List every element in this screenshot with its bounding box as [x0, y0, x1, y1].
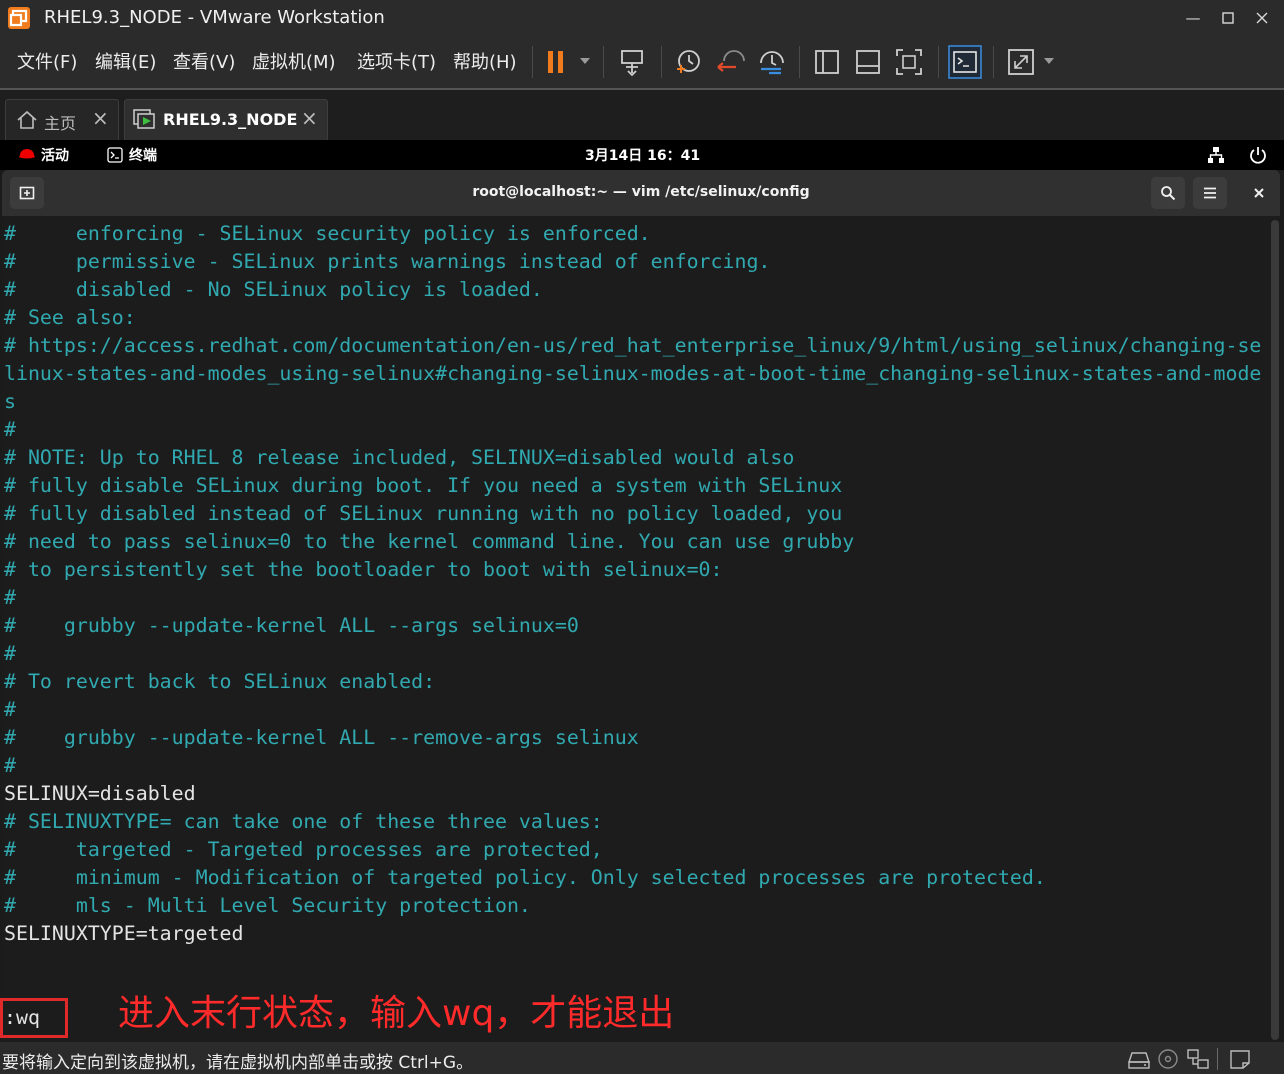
config-comment-line: # enforcing - SELinux security policy is…	[4, 222, 651, 245]
terminal-app-icon	[107, 147, 123, 163]
window-title: RHEL9.3_NODE - VMware Workstation	[44, 7, 385, 28]
config-comment-line: linux-states-and-modes_using-selinux#cha…	[4, 362, 1262, 385]
vmware-logo-icon	[8, 7, 30, 29]
terminal-header-bar: root@localhost:~ — vim /etc/selinux/conf…	[2, 170, 1280, 216]
config-setting-line: SELINUX=disabled	[4, 782, 196, 805]
toolbar-separator	[938, 46, 939, 78]
menu-tabs[interactable]: 选项卡(T)	[357, 48, 436, 74]
toolbar-separator	[993, 46, 994, 78]
terminal-scrollbar[interactable]	[1271, 220, 1279, 1040]
config-comment-line: # need to pass selinux=0 to the kernel c…	[4, 530, 855, 553]
hamburger-menu-button[interactable]	[1193, 177, 1227, 209]
config-comment-line: s	[4, 390, 16, 413]
hard-disk-icon[interactable]	[1127, 1048, 1151, 1070]
chevron-down-icon[interactable]	[1044, 58, 1054, 64]
toolbar-separator	[661, 46, 662, 78]
close-icon[interactable]	[1250, 6, 1274, 30]
terminal-window-title: root@localhost:~ — vim /etc/selinux/conf…	[472, 184, 810, 200]
config-comment-line: #	[4, 754, 16, 777]
menu-edit[interactable]: 编辑(E)	[95, 48, 156, 74]
config-comment-line: #	[4, 642, 16, 665]
config-comment-line: #	[4, 586, 16, 609]
chevron-down-icon[interactable]	[580, 58, 590, 64]
tab-rhel-node[interactable]: RHEL9.3_NODE ×	[124, 99, 328, 140]
menu-help[interactable]: 帮助(H)	[453, 48, 517, 74]
config-comment-line: # fully disabled instead of SELinux runn…	[4, 502, 843, 525]
config-comment-line: # fully disable SELinux during boot. If …	[4, 474, 843, 497]
hamburger-icon	[1204, 187, 1216, 199]
pause-icon[interactable]	[542, 45, 576, 79]
snapshot-manager-icon[interactable]	[755, 45, 789, 79]
message-icon[interactable]	[1228, 1048, 1252, 1070]
snapshot-icon[interactable]	[671, 45, 705, 79]
close-icon[interactable]	[1252, 186, 1266, 200]
minimize-icon[interactable]: —	[1181, 6, 1205, 30]
gnome-top-bar: 活动 终端 3月14日 16：41	[0, 140, 1284, 170]
status-separator	[1217, 1048, 1218, 1070]
vm-tab-strip: 主页 × RHEL9.3_NODE ×	[0, 88, 1284, 142]
stretch-icon[interactable]	[1004, 45, 1038, 79]
console-view-icon[interactable]	[948, 45, 982, 79]
vmware-status-bar: 要将输入定向到该虚拟机，请在虚拟机内部单击或按 Ctrl+G。	[0, 1042, 1284, 1074]
fullscreen-icon[interactable]	[892, 45, 926, 79]
menu-vm[interactable]: 虚拟机(M)	[252, 48, 336, 74]
thumbnail-view-icon[interactable]	[851, 45, 885, 79]
menu-toolbar: 文件(F) 编辑(E) 查看(V) 虚拟机(M) 选项卡(T) 帮助(H)	[0, 36, 1284, 88]
redhat-logo-icon	[19, 149, 35, 159]
config-setting-line: SELINUXTYPE=targeted	[4, 922, 244, 945]
toolbar-separator	[799, 46, 800, 78]
config-comment-line: # permissive - SELinux prints warnings i…	[4, 250, 771, 273]
home-icon	[17, 110, 37, 129]
tab-rhel-node-label: RHEL9.3_NODE	[163, 110, 298, 129]
tab-home-label: 主页	[44, 114, 77, 133]
config-comment-line: # minimum - Modification of targeted pol…	[4, 866, 1046, 889]
window-title-bar: RHEL9.3_NODE - VMware Workstation —	[0, 0, 1284, 36]
menu-view[interactable]: 查看(V)	[173, 48, 235, 74]
network-icon[interactable]	[1186, 1048, 1210, 1070]
menu-file[interactable]: 文件(F)	[17, 48, 77, 74]
power-icon[interactable]	[1249, 146, 1267, 164]
command-highlight-box	[0, 998, 68, 1038]
clock[interactable]: 3月14日 16：41	[585, 145, 700, 165]
network-wired-icon[interactable]	[1207, 146, 1225, 164]
cd-drive-icon[interactable]	[1156, 1048, 1180, 1070]
terminal-app-menu[interactable]: 终端	[129, 145, 157, 165]
config-comment-line: # NOTE: Up to RHEL 8 release included, S…	[4, 446, 795, 469]
activities-button[interactable]: 活动	[41, 145, 69, 165]
close-tab-icon[interactable]: ×	[92, 106, 109, 130]
close-tab-icon[interactable]: ×	[301, 106, 318, 130]
send-ctrl-alt-del-icon[interactable]	[616, 45, 650, 79]
vim-buffer[interactable]: # enforcing - SELinux security policy is…	[4, 220, 1261, 948]
search-icon	[1161, 186, 1176, 201]
config-comment-line: # to persistently set the bootloader to …	[4, 558, 723, 581]
config-comment-line: #	[4, 418, 16, 441]
config-comment-line: # mls - Multi Level Security protection.	[4, 894, 531, 917]
annotation-text: 进入末行状态，输入wq，才能退出	[118, 993, 675, 1034]
toolbar-separator	[603, 46, 604, 78]
tab-home[interactable]: 主页 ×	[5, 99, 119, 140]
config-comment-line: # grubby --update-kernel ALL --remove-ar…	[4, 726, 639, 749]
config-comment-line: # grubby --update-kernel ALL --args seli…	[4, 614, 579, 637]
maximize-icon[interactable]	[1216, 6, 1240, 30]
config-comment-line: #	[4, 698, 16, 721]
library-view-icon[interactable]	[810, 45, 844, 79]
status-message: 要将输入定向到该虚拟机，请在虚拟机内部单击或按 Ctrl+G。	[2, 1053, 474, 1073]
config-comment-line: # SELINUXTYPE= can take one of these thr…	[4, 810, 603, 833]
search-button[interactable]	[1151, 177, 1185, 209]
vm-running-icon	[133, 109, 155, 129]
config-comment-line: # targeted - Targeted processes are prot…	[4, 838, 603, 861]
config-comment-line: # https://access.redhat.com/documentatio…	[4, 334, 1262, 357]
config-comment-line: # To revert back to SELinux enabled:	[4, 670, 436, 693]
toolbar-separator	[532, 46, 533, 78]
terminal-body[interactable]: # enforcing - SELinux security policy is…	[2, 216, 1280, 1042]
config-comment-line: # disabled - No SELinux policy is loaded…	[4, 278, 543, 301]
config-comment-line: # See also:	[4, 306, 136, 329]
revert-snapshot-icon[interactable]	[714, 45, 748, 79]
